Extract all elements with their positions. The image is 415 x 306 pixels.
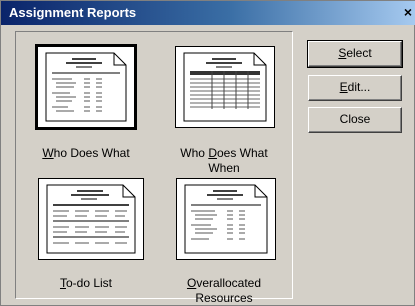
report-label-line2: When <box>208 161 240 175</box>
dialog-title: Assignment Reports <box>9 5 137 20</box>
report-label[interactable]: Who Does What When <box>164 146 284 176</box>
report-label-hotkey: W <box>42 146 54 160</box>
report-label-rest: oes What <box>216 146 268 160</box>
report-gallery: Who Does What Who Does What When To-do L… <box>15 31 293 305</box>
report-label-rest: o-do List <box>65 276 113 290</box>
page-icon <box>184 184 268 254</box>
close-button[interactable]: Close <box>308 107 402 133</box>
page-icon <box>46 184 136 254</box>
title-bar: Assignment Reports × <box>1 1 415 25</box>
report-label-line2: Resources <box>195 291 253 305</box>
report-label-rest: verallocated <box>196 276 262 290</box>
report-thumbnail[interactable] <box>175 46 275 128</box>
assignment-reports-dialog: Assignment Reports × Who Does What Who D… <box>0 0 415 306</box>
page-icon <box>183 52 267 122</box>
page-icon <box>45 52 127 122</box>
report-thumbnail[interactable] <box>176 178 276 260</box>
close-icon[interactable]: × <box>400 4 415 20</box>
report-label[interactable]: Who Does What <box>26 146 146 161</box>
report-label[interactable]: To-do List <box>26 276 146 291</box>
report-thumbnail[interactable] <box>35 44 137 130</box>
report-label-prefix: Who <box>180 146 209 160</box>
report-label-hotkey: D <box>208 146 217 160</box>
report-label-rest: ho Does What <box>53 146 130 160</box>
report-thumbnail[interactable] <box>38 178 144 260</box>
select-button[interactable]: Select <box>307 40 403 68</box>
report-label-hotkey: O <box>186 276 197 290</box>
report-label[interactable]: Overallocated Resources <box>164 276 284 306</box>
edit-button[interactable]: Edit... <box>308 75 402 101</box>
